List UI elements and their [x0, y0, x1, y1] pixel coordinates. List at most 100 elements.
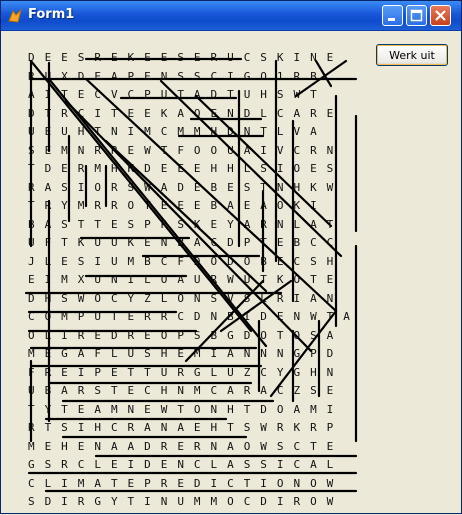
grid-cell: N [310, 51, 317, 64]
grid-cell: W [144, 143, 151, 157]
grid-cell: O [260, 328, 267, 342]
grid-cell: D [326, 347, 334, 360]
grid-cell: A [177, 106, 184, 120]
grid-cell: S [61, 180, 68, 194]
grid-cell: T [177, 402, 184, 416]
grid-cell: U [61, 125, 68, 138]
grid-cell: P [127, 69, 135, 83]
grid-cell: M [61, 273, 68, 286]
grid-cell: O [227, 495, 234, 508]
grid-cell: A [127, 439, 135, 453]
grid-cell: M [310, 402, 317, 416]
grid-cell: T [144, 365, 151, 379]
grid-cell: R [160, 476, 168, 490]
grid-cell: H [94, 421, 101, 434]
grid-cell: B [210, 328, 218, 342]
grid-cell: H [227, 162, 234, 175]
solve-button[interactable]: Werk uit [376, 44, 448, 66]
grid-cell: A [260, 199, 267, 212]
grid-cell: A [110, 439, 118, 453]
grid-cell: I [243, 310, 251, 323]
grid-cell: R [310, 143, 317, 157]
grid-row: EIMXUNILOAURWUTKOTE [23, 271, 355, 290]
minimize-button[interactable] [382, 5, 403, 26]
grid-cell: D [27, 106, 35, 120]
grid-cell: D [77, 69, 85, 83]
grid-cell: N [160, 495, 168, 508]
grid-cell: T [160, 143, 168, 157]
grid-cell: A [343, 310, 350, 323]
grid-cell: T [227, 421, 234, 434]
grid-cell: D [260, 402, 267, 416]
grid-cell: U [27, 384, 35, 397]
grid-cell: W [227, 273, 234, 286]
grid-cell: U [94, 273, 101, 286]
grid-cell: E [326, 51, 334, 64]
grid-cell: E [193, 421, 201, 434]
grid-cell: C [243, 51, 251, 64]
grid-cell: U [27, 236, 35, 249]
grid-cell: H [210, 125, 218, 138]
title-bar[interactable]: Form1 [1, 1, 461, 31]
grid-cell: G [243, 69, 251, 83]
grid-cell: N [193, 291, 201, 305]
grid-cell: N [243, 125, 251, 138]
grid-cell: N [326, 291, 334, 305]
grid-cell: V [276, 143, 284, 157]
grid-cell: C [77, 458, 85, 471]
grid-cell: K [127, 162, 135, 175]
grid-cell: A [227, 458, 234, 471]
grid-cell: A [177, 273, 184, 286]
grid-cell: W [310, 310, 317, 323]
grid-cell: A [243, 143, 251, 157]
grid-cell: C [210, 69, 218, 83]
grid-cell: C [293, 143, 301, 157]
grid-cell: A [94, 476, 101, 490]
grid-cell: H [61, 439, 68, 453]
grid-cell: N [276, 347, 284, 360]
grid-cell: F [177, 143, 184, 157]
grid-cell: L [44, 328, 52, 342]
grid-cell: T [243, 402, 251, 416]
grid-cell: M [144, 125, 151, 138]
grid-cell: I [227, 69, 234, 83]
grid-cell: T [110, 106, 118, 120]
grid-cell: L [44, 476, 52, 490]
grid-cell: E [177, 439, 184, 453]
grid-cell: E [326, 106, 334, 120]
grid-cell: B [227, 310, 234, 323]
grid-cell: A [243, 217, 251, 231]
grid-cell: D [144, 458, 151, 471]
grid-cell: N [243, 347, 251, 360]
grid-cell: H [210, 421, 218, 434]
grid-cell: D [227, 125, 234, 138]
grid-cell: A [293, 402, 301, 416]
grid-cell: L [210, 458, 218, 471]
grid-cell: C [310, 236, 317, 249]
grid-cell: S [193, 69, 201, 83]
grid-cell: T [27, 162, 35, 175]
maximize-button[interactable] [406, 5, 427, 26]
app-icon [7, 8, 23, 24]
grid-cell: I [77, 421, 85, 434]
close-button[interactable] [430, 5, 451, 26]
grid-cell: E [177, 162, 184, 175]
grid-cell: E [210, 106, 218, 120]
grid-cell: F [177, 254, 184, 268]
grid-cell: T [310, 439, 317, 453]
grid-cell: O [177, 291, 184, 305]
grid-cell: O [310, 495, 317, 508]
grid-cell: R [77, 495, 85, 508]
grid-cell: T [94, 125, 101, 138]
grid-cell: A [310, 217, 317, 231]
grid-cell: R [243, 384, 251, 397]
grid-cell: B [177, 236, 184, 249]
grid-cell: E [127, 106, 135, 120]
grid-cell: R [260, 217, 267, 231]
grid-cell: N [77, 143, 85, 157]
grid-cell: L [260, 106, 267, 120]
grid-cell: S [276, 439, 284, 453]
grid-cell: R [61, 106, 68, 120]
grid-row: TYTEAMNEWTONHTDOAMI [23, 401, 355, 420]
grid-cell: R [144, 310, 151, 323]
